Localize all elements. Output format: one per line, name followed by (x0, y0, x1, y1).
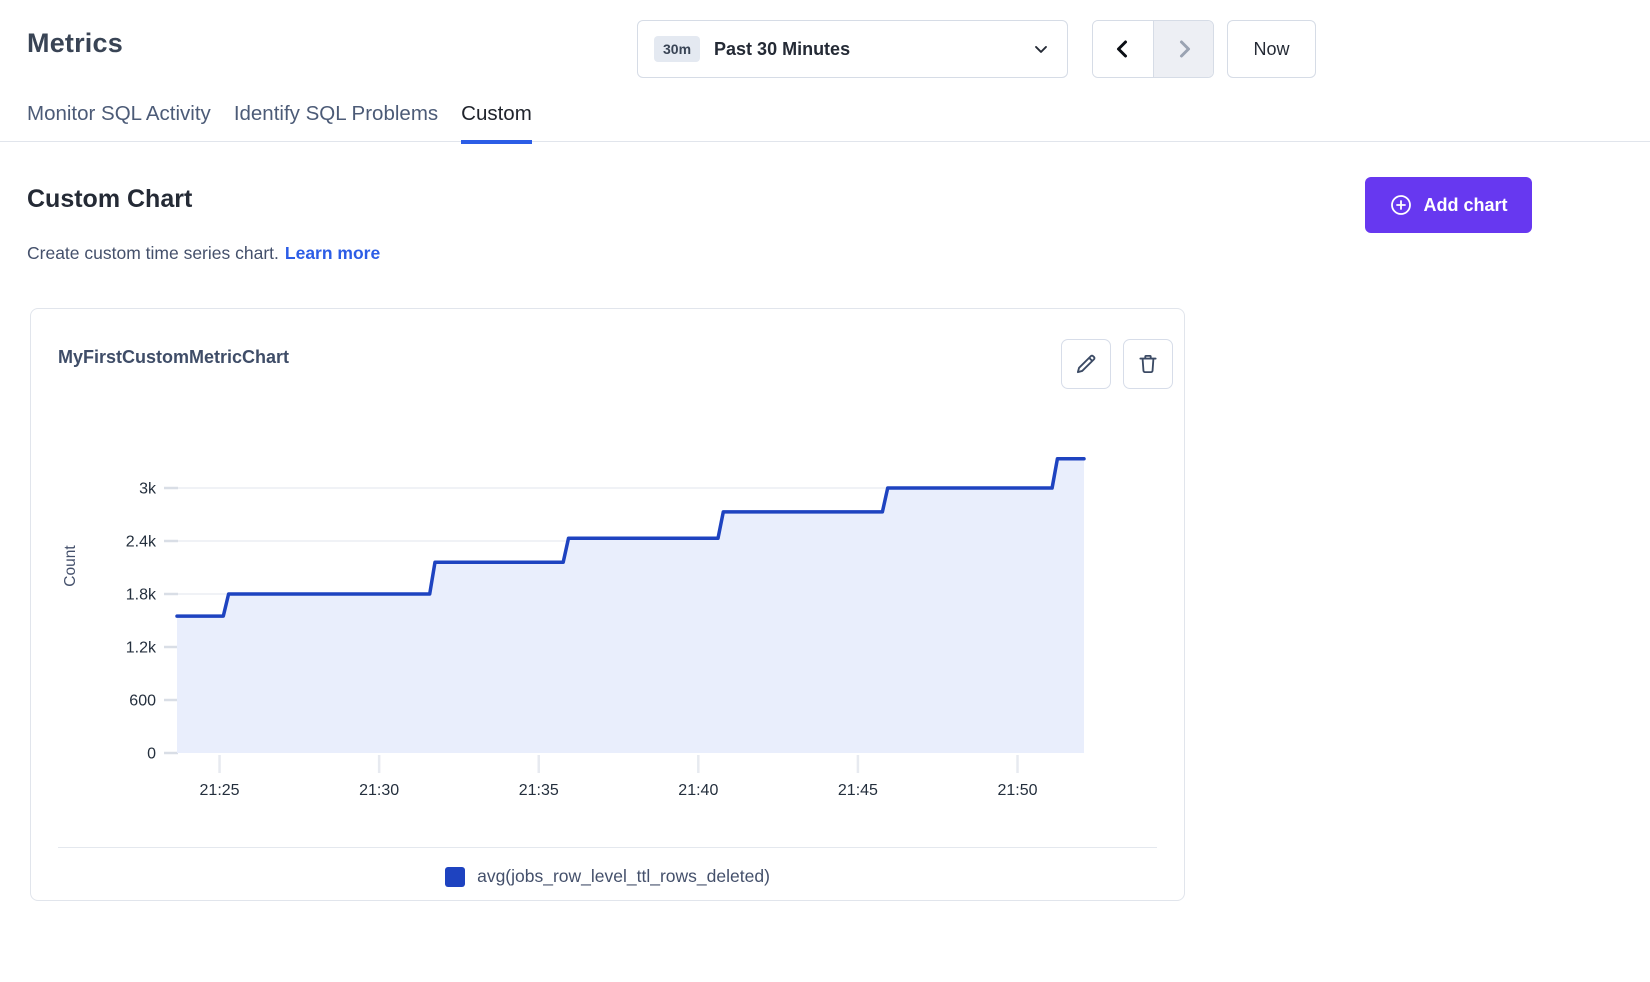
card-divider (58, 847, 1157, 848)
svg-text:21:35: 21:35 (519, 782, 559, 799)
section-description-text: Create custom time series chart. (27, 243, 279, 263)
chart-title: MyFirstCustomMetricChart (58, 347, 289, 368)
chevron-left-icon (1111, 37, 1135, 61)
custom-chart-svg[interactable]: 0 600 1.2k 1.8k 2.4k 3k 21:25 21:30 21:35 21:40 21… (101, 406, 1091, 806)
pencil-icon (1073, 351, 1099, 377)
time-range-duration-badge: 30m (654, 36, 700, 62)
previous-time-button[interactable] (1093, 21, 1153, 77)
learn-more-link[interactable]: Learn more (285, 243, 380, 263)
trash-icon (1135, 351, 1161, 377)
add-chart-label: Add chart (1423, 195, 1507, 216)
time-range-selector[interactable]: 30m Past 30 Minutes (637, 20, 1068, 78)
svg-text:21:25: 21:25 (200, 782, 240, 799)
tab-monitor-sql-activity[interactable]: Monitor SQL Activity (27, 100, 211, 141)
chevron-right-icon (1172, 37, 1196, 61)
chart-legend: avg(jobs_row_level_ttl_rows_deleted) (31, 866, 1184, 887)
svg-text:1.2k: 1.2k (126, 640, 157, 657)
now-button[interactable]: Now (1227, 20, 1316, 78)
tab-bar: Monitor SQL Activity Identify SQL Proble… (0, 100, 1650, 142)
svg-text:3k: 3k (139, 481, 157, 498)
page-title: Metrics (27, 28, 123, 59)
svg-text:600: 600 (129, 693, 156, 710)
time-range-pager (1092, 20, 1214, 78)
y-axis-label: Count (62, 536, 80, 596)
legend-label: avg(jobs_row_level_ttl_rows_deleted) (477, 866, 770, 887)
delete-chart-button[interactable] (1123, 339, 1173, 389)
svg-text:21:45: 21:45 (838, 782, 878, 799)
edit-chart-button[interactable] (1061, 339, 1111, 389)
svg-text:1.8k: 1.8k (126, 587, 157, 604)
tab-identify-sql-problems[interactable]: Identify SQL Problems (234, 100, 438, 141)
svg-text:21:30: 21:30 (359, 782, 399, 799)
legend-swatch (445, 867, 465, 887)
svg-text:21:50: 21:50 (997, 782, 1037, 799)
next-time-button[interactable] (1153, 21, 1213, 77)
section-title: Custom Chart (27, 185, 192, 214)
svg-text:0: 0 (147, 746, 156, 763)
add-chart-button[interactable]: Add chart (1365, 177, 1532, 233)
svg-text:2.4k: 2.4k (126, 534, 157, 551)
svg-text:21:40: 21:40 (678, 782, 718, 799)
tab-custom[interactable]: Custom (461, 100, 532, 141)
plus-circle-icon (1389, 193, 1413, 217)
chart-card: MyFirstCustomMetricChart Count 0 600 1.2k 1… (30, 308, 1185, 901)
section-description: Create custom time series chart. Learn mo… (27, 243, 380, 264)
chevron-down-icon (1031, 39, 1051, 59)
time-range-label: Past 30 Minutes (714, 39, 1031, 60)
